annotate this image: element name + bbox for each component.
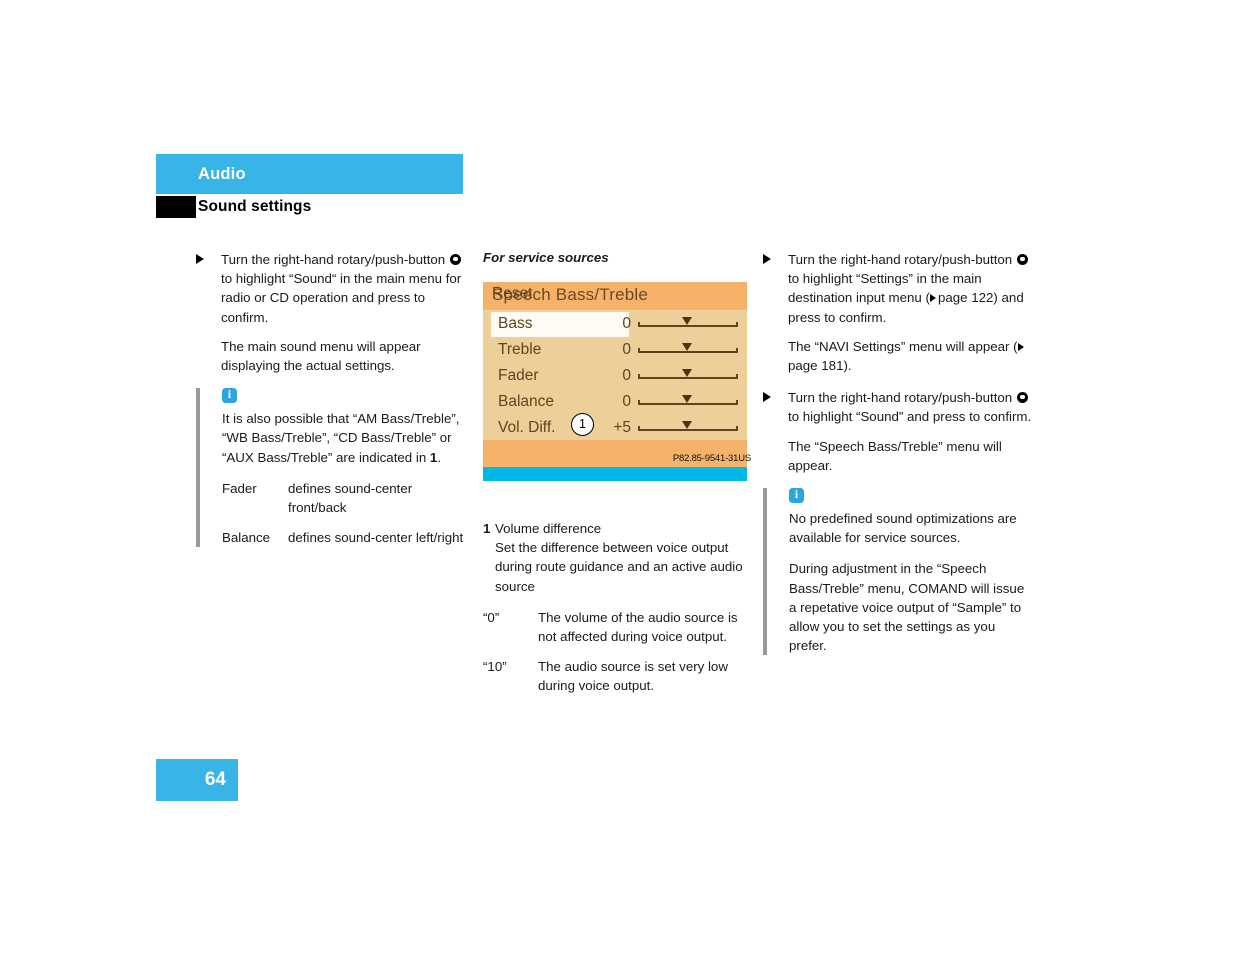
step-result-post: ). [843, 358, 852, 374]
slider-track [638, 317, 738, 327]
slider-track [638, 369, 738, 379]
definition-term: “0” [483, 609, 500, 625]
definition-row: Balance defines sound-center left/right [222, 528, 466, 547]
definition-term: “10” [483, 659, 507, 675]
screen-row-label: Fader [498, 367, 539, 384]
definition-description: The audio source is set very low during … [538, 659, 728, 694]
rotary-push-button-icon [1016, 254, 1028, 265]
step-arrow-icon [196, 254, 204, 264]
step-arrow-icon [763, 392, 771, 403]
screen-row-vol-diff: Vol. Diff. +5 [483, 416, 747, 442]
caption-number: 1 [483, 521, 491, 536]
caption-item: 1 Volume difference Set the difference be… [483, 519, 751, 596]
note-text: It is also possible that “AM Bass/Treble… [222, 409, 466, 467]
slider-knob-icon [682, 421, 692, 429]
content-column-2: For service sources Speech Bass/Treble B… [483, 250, 751, 696]
step-instruction: Turn the right-hand rotary/push-button t… [788, 250, 1035, 327]
slider-knob-icon [682, 317, 692, 325]
figure-code: P82.85-9541-31US [672, 453, 751, 464]
step-instruction-line-a: Turn the right-hand rotary/push-button [221, 252, 446, 267]
step-instruction-line-a: Turn the right-hand rotary/push-button [788, 252, 1013, 267]
note-vertical-rule [763, 488, 767, 656]
definition-description: defines sound-center front/back [288, 480, 413, 516]
definition-description: The volume of the audio source is not af… [538, 609, 738, 645]
screen-row-label: Balance [498, 393, 555, 410]
caption-title: Volume difference [495, 521, 602, 536]
page-reference-icon [1017, 342, 1024, 351]
step-result: The “Speech Bass/Treble” menu will appea… [788, 438, 1002, 473]
step-instruction-line-a: Turn the right-hand rotary/push-button [788, 390, 1013, 406]
step-instruction: Turn the right-hand rotary/push-button t… [788, 388, 1035, 426]
comand-screen-image: Speech Bass/Treble Bass 0 Treble 0 Fader… [483, 282, 747, 481]
info-icon: i [222, 388, 237, 404]
info-icon: i [789, 488, 804, 504]
screen-row-value: 0 [622, 367, 631, 384]
step-result: The main sound menu will appear displayi… [221, 338, 421, 374]
page-reference-icon [929, 294, 936, 303]
page-reference-1[interactable]: page 122 [938, 290, 993, 305]
step-item: Turn the right-hand rotary/push-button t… [763, 250, 1035, 375]
caption-description: Set the difference between voice output … [495, 540, 743, 594]
step-item: Turn the right-hand rotary/push-button t… [763, 388, 1035, 475]
callout-badge-1: 1 [571, 413, 594, 436]
definition-term: Fader [222, 480, 257, 496]
figure-spacer [483, 481, 751, 507]
screen-row-value: 0 [622, 341, 631, 358]
screen-row-bass: Bass 0 [483, 312, 747, 338]
screen-row-label: Treble [498, 341, 542, 358]
note-block: i It is also possible that “AM Bass/Treb… [196, 388, 466, 548]
rotary-push-button-icon [449, 254, 461, 265]
screen-bottom-bar [483, 467, 747, 481]
definition-row: “0” The volume of the audio source is no… [483, 608, 751, 646]
screen-row-label: Vol. Diff. [498, 419, 556, 436]
definition-list: Fader defines sound-center front/back Ba… [222, 479, 466, 548]
content-column-1: Turn the right-hand rotary/push-button t… [196, 250, 466, 560]
step-result: The “NAVI Settings” menu will appear ( pa… [788, 337, 1035, 375]
slider-track [638, 395, 738, 405]
page-number: 64 [204, 769, 226, 790]
rotary-push-button-icon [1016, 392, 1028, 404]
screen-row-treble: Treble 0 [483, 338, 747, 364]
step-result-pre: The “NAVI Settings” menu will appear ( [788, 338, 1018, 354]
caption-value-list: “0” The volume of the audio source is no… [483, 608, 751, 696]
step-item: Turn the right-hand rotary/push-button t… [196, 250, 466, 375]
definition-description: defines sound-center left/right [288, 530, 464, 546]
screen-reset-label: Reset [492, 285, 533, 302]
chapter-header-bar: Audio [156, 154, 463, 194]
step-instruction-line-b: to highlight “Sound” and press to confir… [788, 409, 1032, 425]
note-text-after: . [437, 449, 442, 465]
screen-row-label: Bass [498, 315, 533, 332]
definition-term: Balance [222, 530, 271, 546]
note-vertical-rule [196, 388, 200, 548]
screen-row-value: 0 [622, 393, 631, 410]
chapter-title: Audio [198, 165, 246, 183]
step-instruction: Turn the right-hand rotary/push-button t… [221, 250, 466, 327]
section-header: Sound settings [156, 196, 463, 220]
figure-heading: For service sources [483, 250, 609, 265]
definition-row: Fader defines sound-center front/back [222, 479, 466, 517]
note-paragraph: During adjustment in the “Speech Bass/Tr… [789, 561, 1025, 654]
slider-knob-icon [682, 369, 692, 377]
screen-row-fader: Fader 0 [483, 364, 747, 390]
caption-body: Volume difference Set the difference betw… [495, 519, 751, 596]
page-number-badge: 64 [156, 759, 238, 801]
note-paragraph: No predefined sound optimizations are av… [789, 511, 1017, 546]
slider-knob-icon [682, 395, 692, 403]
note-block: i No predefined sound optimizations are … [763, 488, 1035, 656]
slider-track [638, 343, 738, 353]
note-text-before: It is also possible that “AM Bass/Treble… [222, 411, 460, 465]
section-marker-square [156, 196, 196, 218]
slider-track [638, 421, 738, 431]
comand-screen-figure: For service sources Speech Bass/Treble B… [483, 250, 751, 507]
screen-row-value: 0 [622, 315, 631, 332]
screen-row-value: +5 [613, 419, 631, 436]
slider-knob-icon [682, 343, 692, 351]
section-title: Sound settings [198, 198, 312, 215]
content-column-3: Turn the right-hand rotary/push-button t… [763, 250, 1035, 668]
step-instruction-line-b: to highlight “Sound“ in the main menu fo… [221, 271, 462, 325]
step-arrow-icon [763, 254, 771, 264]
definition-row: “10” The audio source is set very low du… [483, 657, 751, 695]
page-reference-2[interactable]: page 181 [788, 358, 843, 373]
screen-row-balance: Balance 0 [483, 390, 747, 416]
